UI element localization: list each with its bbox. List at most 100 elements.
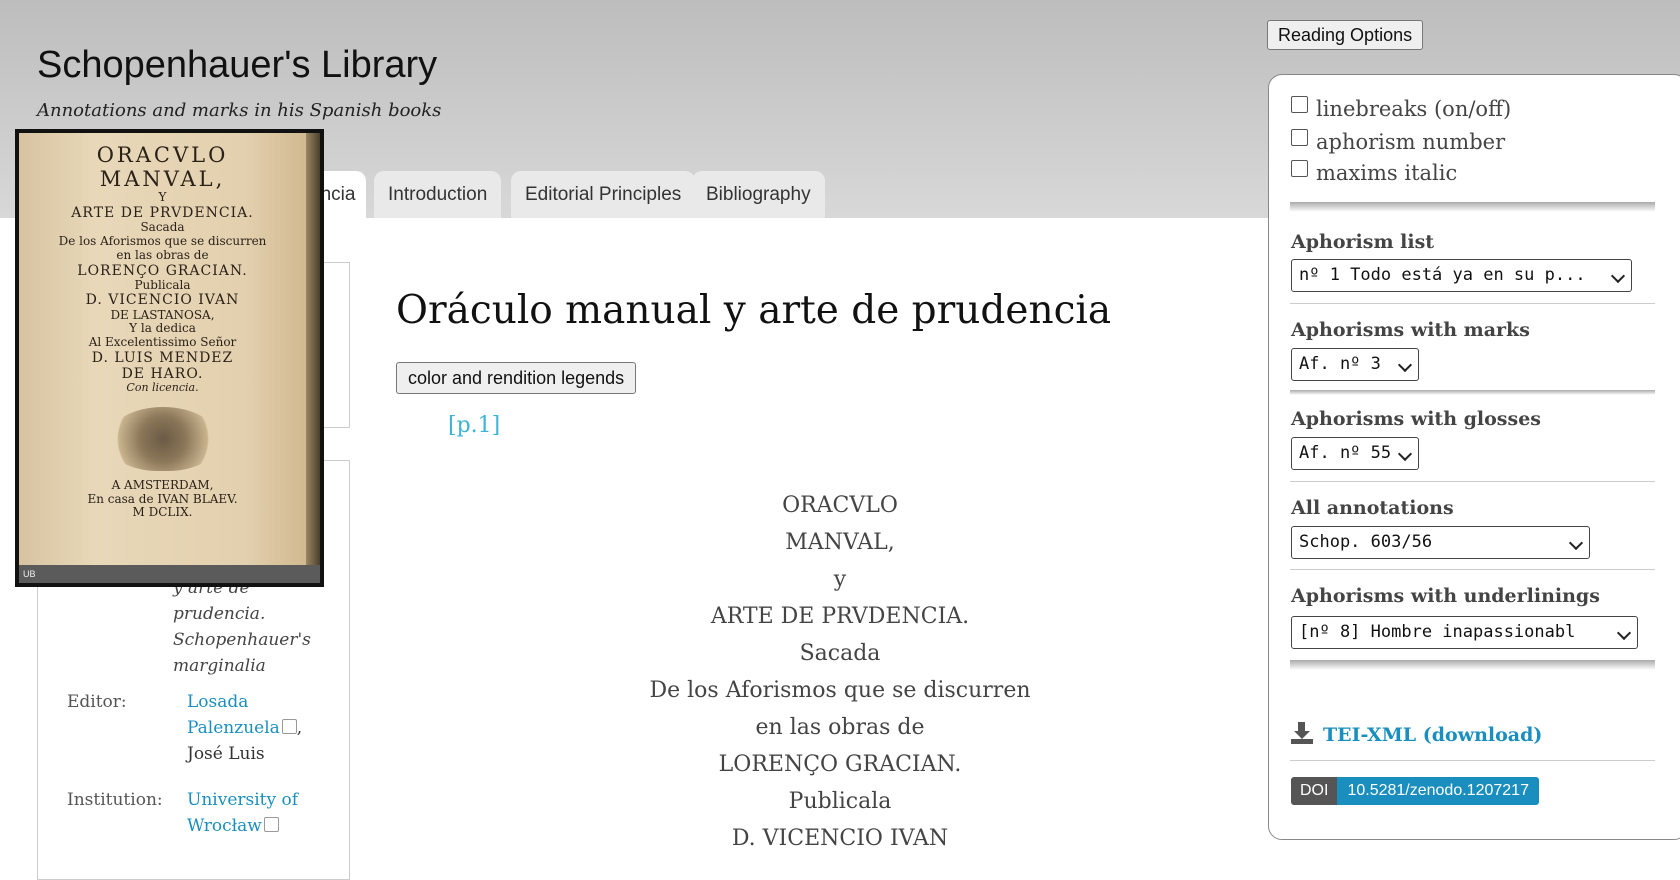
chevron-down-icon [1397, 446, 1413, 462]
doi-label: DOI [1291, 777, 1338, 805]
editor-value: Losada Palenzuela, José Luis [187, 689, 337, 767]
checkbox[interactable] [1291, 160, 1308, 177]
thumb-line: en las obras de [116, 247, 209, 262]
section-divider [1290, 660, 1655, 670]
select-value: Af. nº 3 [1299, 354, 1381, 374]
transcription-line: Publicala [788, 789, 892, 814]
thumb-line: ARTE DE PRVDENCIA. [71, 205, 254, 222]
checkbox[interactable] [1291, 129, 1308, 146]
reading-options-button[interactable]: Reading Options [1267, 20, 1424, 50]
doi-value: 10.5281/zenodo.1207217 [1337, 777, 1539, 805]
tei-xml-link-label: TEI-XML (download) [1323, 724, 1543, 746]
editor-link[interactable]: Losada [187, 689, 337, 715]
thumb-line: LORENÇO GRACIAN. [77, 262, 248, 279]
page-reference-link[interactable]: [p.1] [448, 413, 500, 438]
editor-link-cont[interactable]: Palenzuela [187, 718, 280, 738]
external-link-icon [263, 817, 279, 832]
institution-link-cont[interactable]: Wrocław [187, 816, 262, 836]
thumb-line: A AMSTERDAM, [111, 477, 214, 492]
transcription-line: LORENÇO GRACIAN. [718, 752, 962, 777]
metadata-title-line: marginalia [173, 656, 266, 676]
select-value: [nº 8] Hombre inapassionabl [1299, 622, 1576, 642]
transcription-line: De los Aforismos que se discurren [649, 678, 1031, 703]
checkbox-label: linebreaks (on/off) [1316, 97, 1512, 121]
thumb-line: MANVAL, [99, 167, 226, 192]
institution-value: University of Wrocław [187, 787, 337, 839]
chevron-down-icon [1397, 357, 1413, 373]
tei-xml-download-link[interactable]: TEI-XML (download) [1291, 722, 1542, 746]
chevron-down-icon [1610, 268, 1626, 284]
thumb-line: M DCLIX. [132, 505, 193, 520]
tab-bibliography[interactable]: Bibliography [692, 171, 825, 218]
section-divider [1290, 760, 1655, 761]
aphorism-number-toggle[interactable]: aphorism number [1291, 129, 1505, 154]
linebreaks-toggle[interactable]: linebreaks (on/off) [1291, 96, 1511, 121]
thumb-line: ORACVLO [96, 143, 229, 167]
institution-link[interactable]: University of [187, 787, 337, 813]
maxims-italic-toggle[interactable]: maxims italic [1291, 160, 1457, 185]
book-spine [306, 133, 320, 583]
legend-button[interactable]: color and rendition legends [396, 362, 637, 394]
transcription-line: D. VICENCIO IVAN [731, 826, 949, 851]
glosses-select[interactable]: Af. nº 55 [1291, 437, 1419, 470]
glosses-label: Aphorisms with glosses [1291, 408, 1541, 430]
select-value: Af. nº 55 [1299, 443, 1392, 463]
metadata-title-tail: y arte de prudencia. Schopenhauer's marg… [173, 575, 333, 679]
thumb-line: D. VICENCIO IVAN [85, 292, 240, 309]
section-divider [1290, 569, 1655, 570]
printers-ornament [107, 406, 218, 471]
chevron-down-icon [1616, 625, 1632, 641]
institution-label: Institution: [67, 790, 163, 810]
all-annotations-select[interactable]: Schop. 603/56 [1291, 526, 1590, 559]
checkbox-label: maxims italic [1316, 161, 1458, 185]
thumb-line: D. LUIS MENDEZ [91, 349, 234, 366]
aphorism-list-select[interactable]: nº 1 Todo está ya en su p... [1291, 259, 1632, 292]
tab-editorial-principles[interactable]: Editorial Principles [511, 171, 696, 218]
checkbox[interactable] [1291, 96, 1308, 113]
thumb-line: Publicala [134, 277, 191, 292]
section-divider [1290, 481, 1655, 482]
thumb-line: Con licencia. [126, 381, 199, 395]
section-divider [1290, 390, 1655, 395]
transcription-line: Sacada [799, 641, 881, 666]
thumb-line: Y [158, 190, 167, 205]
site-subtitle: Annotations and marks in his Spanish boo… [37, 100, 442, 121]
doi-badge[interactable]: DOI 10.5281/zenodo.1207217 [1291, 777, 1539, 805]
tab-introduction[interactable]: Introduction [374, 171, 502, 218]
section-divider [1290, 303, 1655, 304]
thumb-line: Y la dedica [129, 321, 196, 336]
editor-name-rest: José Luis [187, 744, 265, 764]
thumb-line: DE HARO. [121, 366, 204, 383]
download-icon [1291, 722, 1313, 744]
all-annotations-label: All annotations [1291, 497, 1454, 519]
aphorism-list-label: Aphorism list [1291, 231, 1435, 253]
marks-label: Aphorisms with marks [1291, 319, 1530, 341]
metadata-title-line: Schopenhauer's [173, 630, 311, 650]
select-value: Schop. 603/56 [1299, 532, 1433, 552]
transcription-line: ORACVLO [782, 493, 898, 518]
external-link-icon [281, 719, 297, 734]
select-value: nº 1 Todo está ya en su p... [1299, 265, 1586, 285]
thumb-line: En casa de IVAN BLAEV. [87, 491, 238, 506]
metadata-title-line: prudencia. [173, 604, 266, 624]
transcription-line: y [833, 567, 847, 592]
page-title: Oráculo manual y arte de prudencia [396, 288, 1112, 333]
transcription-line: en las obras de [755, 715, 925, 740]
thumb-line: Sacada [140, 220, 185, 235]
site-title[interactable]: Schopenhauer's Library [37, 44, 437, 87]
thumb-line: De los Aforismos que se discurren [58, 233, 267, 248]
transcription-line: ARTE DE PRVDENCIA. [710, 604, 970, 629]
chevron-down-icon [1568, 535, 1584, 551]
title-page-image: ORACVLO MANVAL, Y ARTE DE PRVDENCIA. Sac… [19, 133, 320, 583]
checkbox-label: aphorism number [1316, 130, 1506, 154]
thumb-line: Al Excelentissimo Señor [88, 335, 237, 350]
marks-select[interactable]: Af. nº 3 [1291, 348, 1419, 381]
underlinings-label: Aphorisms with underlinings [1291, 585, 1600, 607]
editor-label: Editor: [67, 692, 127, 712]
transcription-line: MANVAL, [785, 530, 895, 555]
transcription-text: ORACVLO MANVAL, y ARTE DE PRVDENCIA. Sac… [560, 487, 1120, 857]
book-title-page-thumbnail[interactable]: ORACVLO MANVAL, Y ARTE DE PRVDENCIA. Sac… [15, 129, 324, 587]
underlinings-select[interactable]: [nº 8] Hombre inapassionabl [1291, 616, 1638, 649]
thumbnail-footer: UB [19, 565, 320, 583]
section-divider [1290, 202, 1655, 212]
